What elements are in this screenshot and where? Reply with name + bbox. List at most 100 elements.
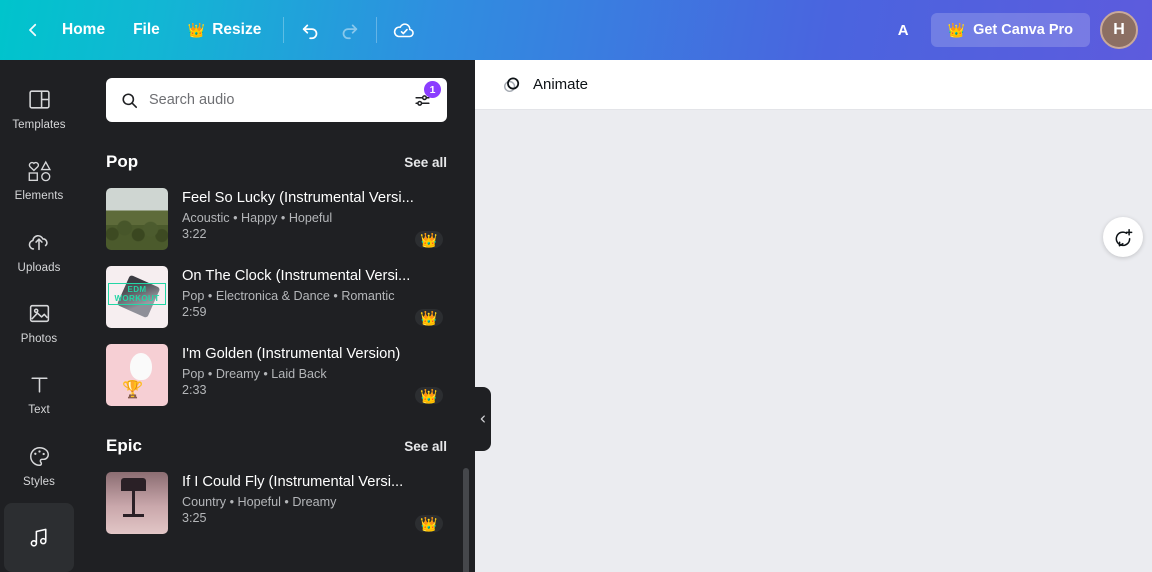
undo-icon	[303, 24, 318, 40]
sidebar-item-label: Styles	[23, 475, 55, 488]
track-title: On The Clock (Instrumental Versi...	[182, 268, 411, 284]
pro-badge: 👑	[415, 309, 443, 326]
track-info: Feel So Lucky (Instrumental Versi... Aco…	[182, 188, 447, 241]
avatar[interactable]: H	[1100, 11, 1138, 49]
audio-list: Pop See all Feel So Lucky (Instrumental …	[78, 130, 475, 572]
text-icon	[30, 377, 48, 393]
track-info: I'm Golden (Instrumental Version) Pop • …	[182, 344, 447, 397]
track-thumbnail	[106, 188, 168, 250]
crown-icon: 👑	[420, 387, 438, 404]
search-box[interactable]: 1	[106, 78, 447, 122]
search-icon	[122, 92, 138, 108]
canva-editor-app: Home File 👑 Resize A 👑 Get Canva Pro H T…	[0, 0, 1152, 572]
undo-button[interactable]	[292, 11, 330, 49]
track-title: If I Could Fly (Instrumental Versi...	[182, 474, 404, 490]
pro-badge: 👑	[415, 231, 443, 248]
app-body: Templates Elements Uploads Photos Text S…	[0, 60, 1152, 572]
editor-area: Animate Page 2 -	[475, 60, 1152, 572]
panel-scrollbar-thumb[interactable]	[463, 468, 469, 572]
toolbar-divider-2	[376, 17, 378, 43]
sidebar-item-audio[interactable]	[4, 502, 74, 572]
sidebar-item-uploads[interactable]: Uploads	[4, 217, 74, 286]
palette-icon	[29, 446, 49, 466]
thumbnail-shape	[129, 352, 152, 380]
toolbar-divider-1	[283, 17, 285, 43]
add-comment-button[interactable]	[1103, 217, 1143, 257]
track-row[interactable]: If I Could Fly (Instrumental Versi... Co…	[106, 464, 447, 542]
back-button[interactable]	[18, 15, 48, 45]
track-tags: Country • Hopeful • Dreamy	[182, 495, 337, 510]
get-canva-pro-button[interactable]: 👑 Get Canva Pro	[930, 13, 1090, 47]
left-rail: Templates Elements Uploads Photos Text S…	[0, 60, 78, 572]
track-tags: Acoustic • Happy • Hopeful	[182, 211, 333, 226]
sidebar-item-elements[interactable]: Elements	[4, 145, 74, 214]
top-toolbar-right: A 👑 Get Canva Pro H	[886, 11, 1152, 49]
templates-icon	[28, 90, 50, 109]
sidebar-item-styles[interactable]: Styles	[4, 431, 74, 500]
thumbnail-text: EDM WORKOUT	[108, 282, 166, 305]
thumbnail-shape: 🏆	[122, 379, 144, 399]
crown-icon: 👑	[420, 309, 438, 326]
elements-icon	[28, 160, 51, 182]
sidebar-item-templates[interactable]: Templates	[4, 74, 74, 143]
account-initial-button[interactable]: A	[886, 16, 921, 45]
track-row[interactable]: Feel So Lucky (Instrumental Versi... Aco…	[106, 180, 447, 258]
track-duration: 3:22	[182, 227, 207, 242]
panel-scrollbar[interactable]	[463, 148, 469, 572]
sidebar-item-photos[interactable]: Photos	[4, 288, 74, 357]
sidebar-item-text[interactable]: Text	[4, 360, 74, 429]
top-toolbar: Home File 👑 Resize A 👑 Get Canva Pro H	[0, 0, 1152, 60]
editor-toolbar: Animate	[475, 60, 1152, 110]
canvas-area: Page 2 -	[475, 110, 1152, 572]
search-section: 1	[78, 60, 475, 130]
sidebar-item-label: Templates	[12, 118, 66, 131]
cloud-check-icon	[394, 23, 415, 38]
section-title: Epic	[106, 436, 142, 455]
track-thumbnail	[106, 472, 168, 534]
section-header-pop: Pop See all	[106, 152, 447, 172]
get-canva-pro-label: Get Canva Pro	[973, 22, 1073, 38]
pro-badge: 👑	[415, 387, 443, 404]
crown-icon: 👑	[947, 22, 966, 38]
track-title: Feel So Lucky (Instrumental Versi...	[182, 190, 414, 206]
file-menu[interactable]: File	[119, 15, 174, 45]
sidebar-item-label: Elements	[14, 190, 64, 203]
see-all-link-epic[interactable]: See all	[404, 439, 447, 454]
track-thumbnail: 🏆	[106, 344, 168, 406]
redo-button[interactable]	[330, 11, 368, 49]
section-header-epic: Epic See all	[106, 436, 447, 456]
track-row[interactable]: 🏆 I'm Golden (Instrumental Version) Pop …	[106, 336, 447, 414]
home-label: Home	[62, 21, 106, 38]
crown-icon: 👑	[187, 22, 206, 38]
animate-button[interactable]: Animate	[491, 68, 598, 102]
resize-label: Resize	[212, 21, 262, 38]
search-filter-button[interactable]: 1	[407, 81, 441, 115]
home-menu[interactable]: Home	[48, 15, 119, 45]
track-duration: 3:25	[182, 511, 207, 526]
crown-icon: 👑	[420, 515, 438, 532]
saved-status-button[interactable]	[385, 11, 423, 49]
resize-button[interactable]: 👑 Resize	[174, 15, 276, 45]
animate-circles-icon	[504, 77, 520, 92]
track-row[interactable]: EDM WORKOUT On The Clock (Instrumental V…	[106, 258, 447, 336]
sidebar-item-label: Text	[28, 404, 50, 417]
track-title: I'm Golden (Instrumental Version)	[182, 346, 401, 362]
pro-badge: 👑	[415, 515, 443, 532]
audio-panel: 1 Pop See all Feel So Lucky (Instrumenta…	[78, 60, 491, 572]
see-all-link-pop[interactable]: See all	[404, 155, 447, 170]
chevron-left-icon	[480, 415, 485, 423]
animate-label: Animate	[533, 76, 589, 93]
top-toolbar-left: Home File 👑 Resize	[0, 11, 423, 49]
crown-icon: 👑	[420, 231, 438, 248]
track-duration: 2:33	[182, 383, 207, 398]
track-info: On The Clock (Instrumental Versi... Pop …	[182, 266, 447, 319]
search-input[interactable]	[149, 92, 397, 108]
thumbnail-shape	[121, 478, 147, 517]
upload-cloud-icon	[28, 234, 48, 250]
panel-collapse-handle[interactable]	[475, 387, 491, 451]
music-note-icon	[30, 528, 47, 547]
chevron-left-icon	[29, 23, 37, 37]
track-info: If I Could Fly (Instrumental Versi... Co…	[182, 472, 447, 525]
photo-icon	[29, 304, 49, 323]
sidebar-item-label: Uploads	[17, 261, 61, 274]
